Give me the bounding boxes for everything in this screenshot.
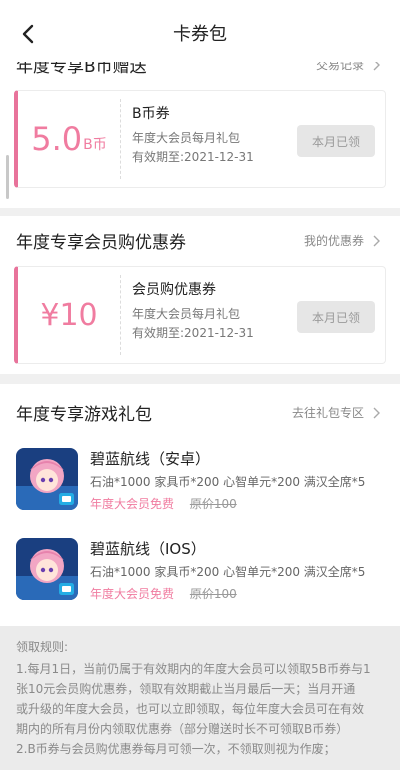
game-price: 年度大会员免费 原价100 [90, 495, 365, 512]
my-coupons-link[interactable]: 我的优惠券 [304, 232, 382, 249]
game-thumbnail [16, 538, 78, 600]
rule-line: 张10元会员购优惠券，领取有效期截止当月最后一天；当月开通 [16, 682, 356, 696]
link-label: 去往礼包专区 [291, 406, 364, 420]
game-items: 石油*1000 家具币*200 心智单元*200 满汉全席*5 [90, 475, 366, 489]
original-price: 原价100 [189, 587, 237, 601]
member-section-header: 年度专享会员购优惠券 我的优惠券 [16, 228, 382, 253]
chevron-right-icon [373, 235, 380, 246]
game-item-ios[interactable]: 碧蓝航线（IOS） 石油*1000 家具币*200 心智单元*200 满汉全席*… [16, 538, 384, 604]
claim-rules: 领取规则: 1.每月1日，当前仍属于有效期内的年度大会员可以领取5B币券与1 张… [0, 626, 400, 770]
rule-line: 2.B币券与会员购优惠券每月可领一次，不领取则视为作废； [16, 742, 336, 756]
amount-value: 5.0 [31, 120, 83, 158]
rules-title: 领取规则: [16, 640, 69, 654]
page-title: 卡券包 [173, 24, 227, 45]
chevron-right-icon [373, 407, 380, 418]
top-navbar: 卡券包 [0, 0, 400, 62]
game-gift-section: 年度专享游戏礼包 去往礼包专区 碧蓝航线（安卓） 石油*1000 家具币*200… [0, 384, 400, 626]
original-price: 原价100 [189, 497, 237, 511]
game-info: 碧蓝航线（安卓） 石油*1000 家具币*200 心智单元*200 满汉全席*5… [90, 448, 365, 512]
free-label: 年度大会员免费 [90, 497, 175, 511]
coupon-valid: 有效期至:2021-12-31 [132, 150, 254, 164]
game-info: 碧蓝航线（IOS） 石油*1000 家具币*200 心智单元*200 满汉全席*… [90, 538, 365, 602]
section-title: 年度专享游戏礼包 [16, 405, 152, 425]
coupon-divider [120, 275, 121, 355]
game-price: 年度大会员免费 原价100 [90, 585, 365, 602]
coupon-divider [120, 99, 121, 179]
game-section-header: 年度专享游戏礼包 去往礼包专区 [16, 400, 382, 425]
coupon-info: 会员购优惠券 年度大会员每月礼包 有效期至:2021-12-31 [132, 279, 254, 343]
coupon-info: B币券 年度大会员每月礼包 有效期至:2021-12-31 [132, 103, 254, 167]
claimed-button[interactable]: 本月已领 [297, 301, 375, 333]
game-name: 碧蓝航线（安卓） [90, 450, 211, 468]
gift-zone-link[interactable]: 去往礼包专区 [292, 404, 382, 421]
rule-line: 1.每月1日，当前仍属于有效期内的年度大会员可以领取5B币券与1 [16, 662, 371, 676]
free-label: 年度大会员免费 [90, 587, 175, 601]
claimed-button[interactable]: 本月已领 [297, 125, 375, 157]
game-thumbnail [16, 448, 78, 510]
rule-line: 期内的所有月份内领取优惠券（部分赠送时长不可领取B币券） [16, 722, 349, 736]
section-title: 年度专享会员购优惠券 [16, 233, 186, 253]
coupon-desc: 年度大会员每月礼包 [132, 307, 241, 321]
rule-line: 或升级的年度大会员，也可以立即领取，每位年度大会员可在有效 [16, 702, 365, 716]
coupon-amount: 5.0 B币 [18, 91, 120, 187]
scroll-indicator [6, 155, 9, 199]
coupon-amount: ¥10 [18, 267, 120, 363]
game-name: 碧蓝航线（IOS） [90, 540, 206, 558]
amount-unit: B币 [83, 137, 107, 153]
link-label: 我的优惠券 [303, 234, 364, 248]
coupon-name: 会员购优惠券 [132, 282, 216, 298]
member-coupon-section: 年度专享会员购优惠券 我的优惠券 ¥10 会员购优惠券 年度大会员每月礼包 有效… [0, 216, 400, 374]
game-item-android[interactable]: 碧蓝航线（安卓） 石油*1000 家具币*200 心智单元*200 满汉全席*5… [16, 448, 384, 514]
coupon-desc: 年度大会员每月礼包 [132, 131, 241, 145]
bcoin-section: 年度专享B币赠送 交易记录 5.0 B币 B币券 年度大会员每月礼包 有效期至:… [0, 40, 400, 208]
game-items: 石油*1000 家具币*200 心智单元*200 满汉全席*5 [90, 565, 366, 579]
member-coupon-card: ¥10 会员购优惠券 年度大会员每月礼包 有效期至:2021-12-31 本月已… [14, 266, 386, 364]
bcoin-coupon-card: 5.0 B币 B币券 年度大会员每月礼包 有效期至:2021-12-31 本月已… [14, 90, 386, 188]
coupon-name: B币券 [132, 106, 170, 122]
amount-value: ¥10 [40, 297, 98, 333]
coupon-valid: 有效期至:2021-12-31 [132, 326, 254, 340]
